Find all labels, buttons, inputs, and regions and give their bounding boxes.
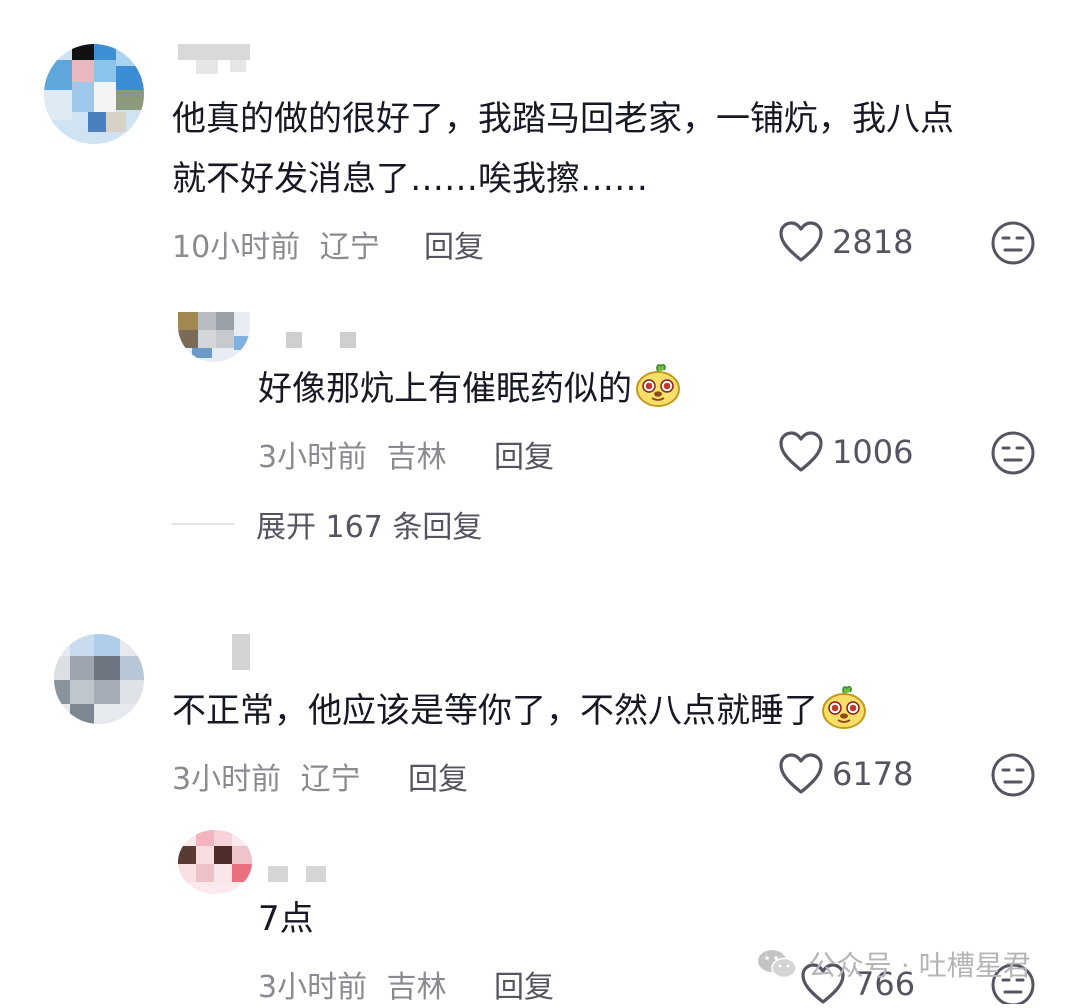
- like-button[interactable]: 2818: [778, 220, 913, 264]
- reply-button[interactable]: 回复: [424, 222, 484, 266]
- reply-button[interactable]: 回复: [494, 962, 554, 1006]
- meh-face-icon: [991, 221, 1035, 265]
- reply-text: 好像那炕上有催眠药似的: [258, 360, 682, 426]
- avatar[interactable]: [178, 312, 250, 362]
- expand-replies-button[interactable]: 展开 167 条回复: [172, 502, 482, 546]
- meh-face-icon: [991, 753, 1035, 797]
- comment-location: 辽宁: [319, 230, 380, 265]
- reply-text: 7点: [258, 899, 314, 939]
- dislike-button[interactable]: [990, 220, 1036, 270]
- wechat-icon: [758, 950, 797, 979]
- username-blurred[interactable]: [178, 44, 258, 78]
- like-count: 6178: [832, 755, 914, 793]
- comment-meta: 10小时前 辽宁: [172, 222, 380, 266]
- avatar[interactable]: [44, 44, 144, 144]
- comment-text: 他真的做的很好了，我踏马回老家，一铺炕，我八点: [172, 99, 954, 139]
- reply-time: 3小时前: [258, 970, 368, 1005]
- like-count: 2818: [832, 223, 914, 261]
- like-button[interactable]: 6178: [778, 752, 913, 796]
- dislike-button[interactable]: [990, 430, 1036, 480]
- username-blurred[interactable]: [286, 332, 366, 350]
- reply-button[interactable]: 回复: [494, 432, 554, 476]
- heart-outline-icon: [779, 431, 823, 472]
- comment-text: 就不好发消息了……唉我擦……: [172, 159, 648, 199]
- reply-meta: 3小时前 吉林: [258, 432, 447, 476]
- heart-outline-icon: [779, 221, 823, 262]
- username-blurred[interactable]: [232, 634, 252, 670]
- expand-replies-label: 展开 167 条回复: [256, 510, 483, 545]
- like-button[interactable]: 1006: [778, 430, 913, 474]
- comment-location: 辽宁: [300, 762, 361, 797]
- heart-outline-icon: [779, 753, 823, 794]
- divider: [172, 523, 234, 525]
- comment-time: 3小时前: [172, 762, 282, 797]
- reply-meta: 3小时前 吉林: [258, 962, 447, 1006]
- watermark: 公众号 · 吐槽星君: [756, 944, 1031, 984]
- like-count: 1006: [832, 433, 914, 471]
- reply-button[interactable]: 回复: [408, 754, 468, 798]
- sly-face-emoji: [820, 682, 868, 748]
- reply-location: 吉林: [386, 440, 447, 475]
- watermark-text: 公众号 · 吐槽星君: [808, 949, 1031, 982]
- reply-location: 吉林: [386, 970, 447, 1005]
- comment-meta: 3小时前 辽宁: [172, 754, 361, 798]
- comment-text: 不正常，他应该是等你了，不然八点就睡了: [172, 682, 868, 748]
- username-blurred[interactable]: [268, 852, 348, 884]
- comment-time: 10小时前: [172, 230, 301, 265]
- reply-time: 3小时前: [258, 440, 368, 475]
- sly-face-emoji: [634, 360, 682, 426]
- avatar[interactable]: [54, 634, 144, 724]
- meh-face-icon: [991, 431, 1035, 475]
- avatar[interactable]: [178, 830, 252, 894]
- dislike-button[interactable]: [990, 752, 1036, 802]
